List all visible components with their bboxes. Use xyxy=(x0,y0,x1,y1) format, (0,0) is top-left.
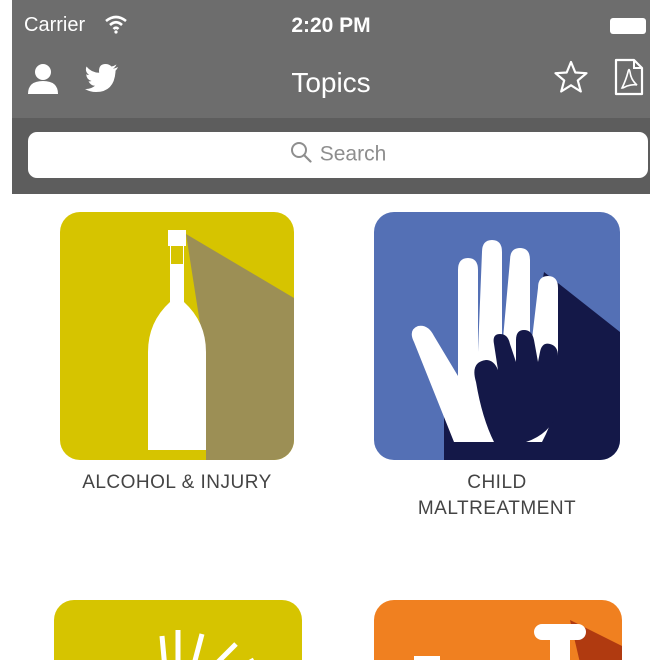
search-bar: Search xyxy=(12,118,650,194)
app-screen: Carrier 2:20 PM Topics Search ALCOHOL & … xyxy=(12,0,650,660)
burst-icon xyxy=(159,630,254,660)
topic-tile-4[interactable] xyxy=(374,600,622,660)
topic-label-alcohol-injury[interactable]: ALCOHOL & INJURY xyxy=(42,470,312,496)
star-icon[interactable] xyxy=(554,60,588,94)
status-time: 2:20 PM xyxy=(291,14,371,37)
search-icon xyxy=(290,142,312,164)
topic-label-child-maltreatment[interactable]: CHILD MALTREATMENT xyxy=(352,470,642,522)
topic-tile-3[interactable] xyxy=(54,600,302,660)
topic-tile-child-maltreatment[interactable] xyxy=(374,212,620,460)
battery-icon xyxy=(610,18,646,34)
hammer-icon xyxy=(414,620,622,660)
search-input[interactable]: Search xyxy=(28,132,648,178)
topic-label-line: CHILD xyxy=(467,472,527,493)
hands-icon xyxy=(411,240,620,460)
topic-tile-alcohol-injury[interactable] xyxy=(60,212,294,460)
status-bar: Carrier 2:20 PM xyxy=(12,0,650,50)
search-placeholder: Search xyxy=(319,142,387,166)
topic-label-line: MALTREATMENT xyxy=(417,498,577,519)
pdf-icon[interactable] xyxy=(614,58,644,96)
bottle-icon xyxy=(148,230,294,460)
nav-bar: Topics xyxy=(12,50,650,118)
